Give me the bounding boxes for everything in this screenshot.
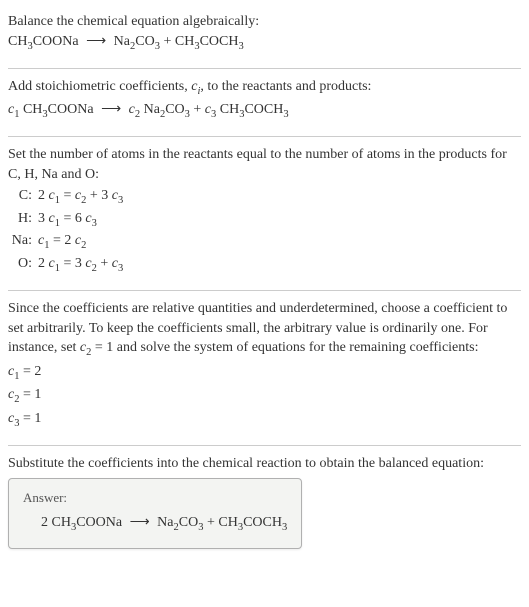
divider (8, 290, 521, 291)
step1: Balance the chemical equation algebraica… (8, 8, 521, 64)
step3: Set the number of atoms in the reactants… (8, 141, 521, 286)
divider (8, 136, 521, 137)
divider (8, 445, 521, 446)
reaction-arrow: ⟶ (97, 102, 125, 117)
divider (8, 68, 521, 69)
step4: Since the coefficients are relative quan… (8, 295, 521, 441)
step2-instruction: Add stoichiometric coefficients, ci, to … (8, 77, 521, 99)
step5-instruction: Substitute the coefficients into the che… (8, 454, 521, 474)
product1: Na2CO3 (114, 34, 160, 49)
answer-box: Answer: 2 CH3COONa ⟶ Na2CO3 + CH3COCH3 (8, 478, 302, 549)
table-row: C: 2 c1 = c2 + 3 c3 (8, 186, 129, 208)
table-row: O: 2 c1 = 3 c2 + c3 (8, 254, 129, 276)
step4-instruction: Since the coefficients are relative quan… (8, 299, 521, 361)
step3-instruction: Set the number of atoms in the reactants… (8, 145, 521, 184)
step1-instruction: Balance the chemical equation algebraica… (8, 12, 521, 32)
balanced-equation: 2 CH3COONa ⟶ Na2CO3 + CH3COCH3 (23, 513, 287, 535)
step2-equation: c1 CH3COONa ⟶ c2 Na2CO3 + c3 CH3COCH3 (8, 100, 521, 122)
step2: Add stoichiometric coefficients, ci, to … (8, 73, 521, 132)
reaction-arrow: ⟶ (126, 515, 154, 530)
answer-label: Answer: (23, 489, 287, 507)
atom-equations-table: C: 2 c1 = c2 + 3 c3 H: 3 c1 = 6 c3 Na: c… (8, 186, 129, 276)
reaction-arrow: ⟶ (82, 34, 110, 49)
step5: Substitute the coefficients into the che… (8, 450, 521, 558)
table-row: Na: c1 = 2 c2 (8, 231, 129, 253)
coeff-solutions: c1 = 2 c2 = 1 c3 = 1 (8, 361, 521, 432)
step1-equation: CH3COONa ⟶ Na2CO3 + CH3COCH3 (8, 32, 521, 54)
product2: CH3COCH3 (175, 34, 244, 49)
table-row: H: 3 c1 = 6 c3 (8, 209, 129, 231)
reactant: CH3COONa (8, 34, 79, 49)
